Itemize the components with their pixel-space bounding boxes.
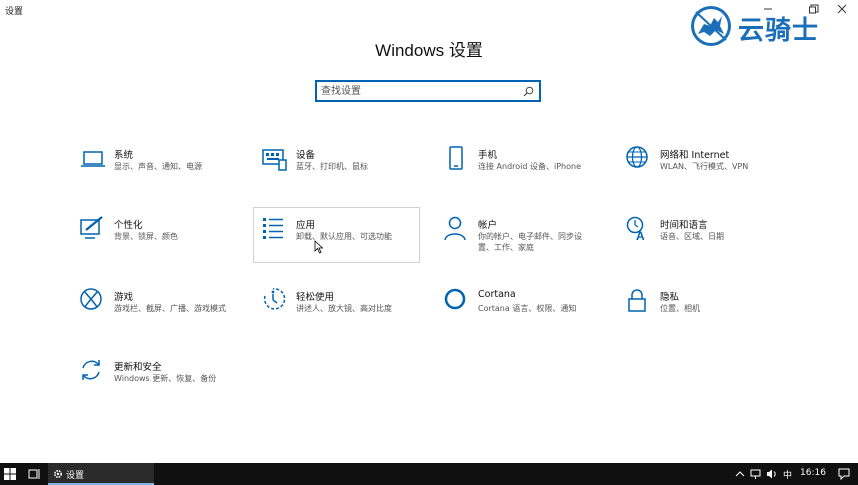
network-icon[interactable]	[750, 468, 762, 480]
svg-text:A: A	[636, 229, 645, 242]
tile-name: 应用	[296, 220, 316, 231]
search-icon[interactable]	[523, 86, 534, 97]
lock-icon	[628, 289, 646, 312]
paint-icon	[80, 216, 103, 239]
tile-desc: 语音、区域、日期	[660, 232, 724, 241]
tile-cortana[interactable]: Cortana Cortana 语言、权限、通知	[444, 288, 610, 346]
person-icon	[444, 216, 466, 241]
ease-of-access-icon	[263, 288, 286, 310]
tile-name: 时间和语言	[660, 220, 708, 231]
mouse-cursor-icon	[314, 240, 324, 254]
tile-system[interactable]: 系统 显示、声音、通知、电源	[80, 146, 246, 204]
taskbar-settings-app[interactable]: 设置	[48, 463, 154, 485]
task-view-icon	[28, 469, 40, 479]
tile-apps[interactable]: 应用 卸载、默认应用、可选功能	[253, 207, 420, 263]
tile-phone[interactable]: 手机 连接 Android 设备、iPhone	[444, 146, 610, 204]
start-button[interactable]	[0, 463, 20, 485]
tile-name: 系统	[114, 150, 134, 161]
tile-name: 网络和 Internet	[660, 150, 730, 161]
tile-desc: 背景、锁屏、颜色	[114, 232, 178, 241]
cortana-icon	[444, 288, 466, 310]
tile-ease-of-access[interactable]: 轻松使用 讲述人、放大镜、高对比度	[262, 288, 428, 346]
tile-desc: Cortana 语言、权限、通知	[478, 304, 577, 313]
tile-desc: 蓝牙、打印机、鼠标	[296, 162, 368, 171]
ime-indicator[interactable]: 中	[783, 468, 792, 481]
tile-gaming[interactable]: 游戏 游戏栏、截屏、广播、游戏模式	[80, 288, 246, 346]
volume-icon[interactable]	[766, 468, 778, 480]
tile-desc: 显示、声音、通知、电源	[114, 162, 202, 171]
window-title: 设置	[5, 7, 24, 17]
tile-desc: 位置、相机	[660, 304, 700, 313]
tile-devices[interactable]: 设备 蓝牙、打印机、鼠标	[262, 146, 428, 204]
tile-desc: Windows 更新、恢复、备份	[114, 374, 217, 383]
tile-desc-line-1: 你的帐户、电子邮件、同步设	[478, 232, 582, 241]
notification-icon[interactable]	[838, 468, 850, 480]
tile-desc: 连接 Android 设备、iPhone	[478, 162, 582, 171]
tile-name: 游戏	[114, 292, 134, 303]
tile-desc: 讲述人、放大镜、高对比度	[296, 304, 392, 313]
page-title: Windows 设置	[375, 41, 483, 60]
tile-name: 更新和安全	[114, 362, 162, 373]
laptop-icon	[81, 151, 105, 167]
keyboard-icon	[262, 149, 287, 171]
globe-icon	[626, 146, 648, 168]
tile-name: 隐私	[660, 292, 680, 303]
tile-desc: 游戏栏、截屏、广播、游戏模式	[114, 304, 226, 313]
xbox-icon	[80, 288, 102, 310]
search-input[interactable]	[321, 84, 521, 98]
tile-accounts[interactable]: 帐户 你的帐户、电子邮件、同步设 置、工作、家庭	[444, 216, 610, 274]
time-language-icon: A	[626, 216, 645, 242]
tile-name: 轻松使用	[296, 292, 335, 303]
tile-name: 个性化	[114, 220, 143, 231]
apps-list-icon	[263, 218, 283, 239]
task-view-button[interactable]	[24, 463, 44, 485]
sync-icon	[82, 360, 100, 380]
taskbar-app-label: 设置	[66, 471, 85, 481]
tile-name: 手机	[478, 150, 498, 161]
tile-privacy[interactable]: 隐私 位置、相机	[626, 288, 792, 346]
phone-icon	[449, 146, 463, 170]
tile-desc: 卸载、默认应用、可选功能	[296, 232, 392, 241]
taskbar: 设置 中 16:16	[0, 463, 858, 485]
tile-desc-line-2: 置、工作、家庭	[478, 243, 534, 252]
tile-personalization[interactable]: 个性化 背景、锁屏、颜色	[80, 216, 246, 274]
tile-time-language[interactable]: A 时间和语言 语音、区域、日期	[626, 216, 792, 274]
tile-desc: WLAN、飞行模式、VPN	[660, 162, 749, 171]
tile-name: 帐户	[478, 220, 498, 231]
clock-time[interactable]: 16:16	[800, 468, 826, 478]
tile-name: Cortana	[478, 289, 516, 300]
search-box[interactable]	[315, 80, 541, 102]
tile-network[interactable]: 网络和 Internet WLAN、飞行模式、VPN	[626, 146, 792, 204]
tile-name: 设备	[296, 150, 316, 161]
chevron-up-icon[interactable]	[734, 468, 746, 480]
gear-icon	[53, 469, 63, 479]
tile-update-security[interactable]: 更新和安全 Windows 更新、恢复、备份	[80, 358, 246, 416]
windows-logo-icon	[4, 468, 16, 480]
